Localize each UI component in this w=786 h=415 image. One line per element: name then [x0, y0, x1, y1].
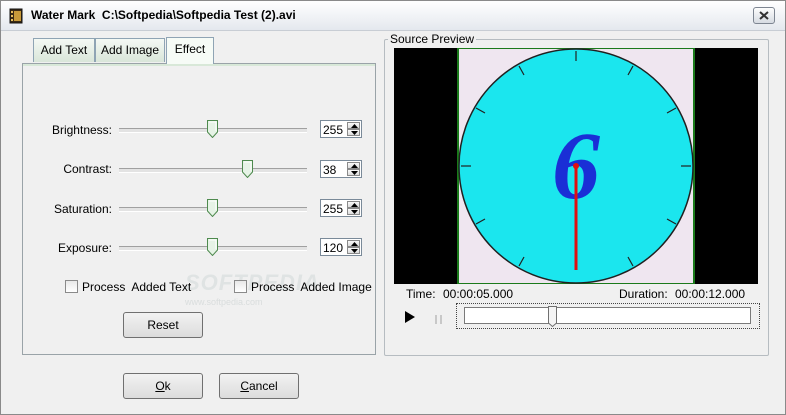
tab-add-text[interactable]: Add Text [33, 38, 95, 62]
window-title: Water Mark C:\Softpedia\Softpedia Test (… [31, 8, 296, 22]
clock-center [573, 163, 579, 169]
contrast-slider-thumb[interactable] [242, 160, 253, 179]
exposure-label: Exposure: [57, 241, 112, 255]
process-added-image-label: Process Added Image [251, 280, 372, 294]
saturation-label: Saturation: [53, 202, 112, 216]
exposure-up-button[interactable] [347, 240, 360, 247]
time-label: Time: [406, 287, 436, 301]
pause-icon [435, 315, 442, 324]
arrow-down-icon [351, 131, 358, 135]
pause-button[interactable] [435, 313, 443, 327]
exposure-slider-thumb[interactable] [207, 238, 218, 257]
arrow-down-icon [351, 249, 358, 253]
brightness-slider-thumb[interactable] [207, 120, 218, 139]
arrow-up-icon [351, 242, 358, 246]
reset-button[interactable]: Reset [123, 312, 203, 338]
play-icon [405, 311, 415, 323]
ok-button[interactable]: Ok [123, 373, 203, 399]
exposure-value: 120 [323, 241, 344, 255]
video-preview: 6 [394, 47, 758, 285]
exposure-spinbox[interactable]: 120 [320, 238, 362, 256]
play-button[interactable] [405, 311, 415, 326]
seek-bar-track[interactable] [464, 307, 751, 324]
close-icon [759, 11, 769, 20]
saturation-value: 255 [323, 202, 344, 216]
contrast-slider-track[interactable] [119, 168, 307, 173]
brightness-down-button[interactable] [347, 129, 360, 136]
contrast-spinbox[interactable]: 38 [320, 160, 362, 178]
brightness-value: 255 [323, 123, 344, 137]
seek-bar-thumb[interactable] [548, 306, 557, 328]
saturation-slider-thumb[interactable] [207, 199, 218, 218]
process-added-image-checkbox[interactable] [234, 280, 247, 293]
contrast-up-button[interactable] [347, 162, 360, 169]
saturation-spinbox[interactable]: 255 [320, 199, 362, 217]
arrow-down-icon [351, 171, 358, 175]
process-added-text-checkbox[interactable] [65, 280, 78, 293]
saturation-up-button[interactable] [347, 201, 360, 208]
time-value: 00:00:05.000 [443, 287, 514, 301]
brightness-label: Brightness: [51, 123, 112, 137]
contrast-value: 38 [323, 163, 337, 177]
arrow-up-icon [351, 164, 358, 168]
brightness-up-button[interactable] [347, 122, 360, 129]
source-preview-title: Source Preview [388, 32, 477, 46]
contrast-label: Contrast: [63, 162, 112, 176]
duration-value: 00:00:12.000 [675, 287, 746, 301]
arrow-up-icon [351, 124, 358, 128]
arrow-down-icon [351, 210, 358, 214]
brightness-spinbox[interactable]: 255 [320, 120, 362, 138]
watermark-url: www.softpedia.com [185, 297, 263, 307]
duration-label: Duration: [619, 287, 668, 301]
contrast-down-button[interactable] [347, 169, 360, 176]
arrow-up-icon [351, 203, 358, 207]
exposure-down-button[interactable] [347, 247, 360, 254]
tab-add-image[interactable]: Add Image [95, 38, 165, 62]
video-frame: 6 [457, 47, 695, 285]
saturation-down-button[interactable] [347, 208, 360, 215]
title-bar: Water Mark C:\Softpedia\Softpedia Test (… [1, 1, 785, 31]
close-button[interactable] [753, 7, 775, 24]
tab-effect[interactable]: Effect [166, 37, 214, 64]
process-added-text-label: Process Added Text [82, 280, 192, 294]
cancel-button[interactable]: Cancel [219, 373, 299, 399]
film-icon [9, 8, 23, 24]
